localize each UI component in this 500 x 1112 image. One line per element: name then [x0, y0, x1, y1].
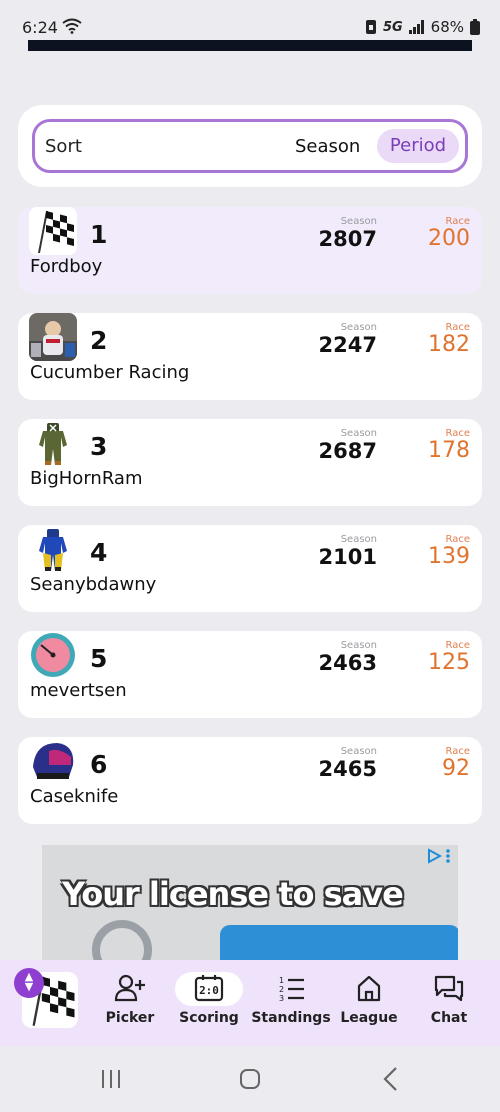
nav-label: Scoring [179, 1010, 239, 1026]
status-indicators: 5G 68% [365, 18, 480, 36]
race-points: 139 [428, 544, 470, 569]
rank: 5 [90, 644, 108, 673]
sort-card: Sort Season Period [18, 105, 482, 187]
chat-icon [434, 975, 464, 1002]
rank: 4 [90, 538, 108, 567]
status-time: 6:24 [22, 18, 58, 37]
svg-text:2:0: 2:0 [199, 984, 219, 997]
checkered-flag-icon [29, 207, 77, 255]
sort-control: Sort Season Period [32, 119, 468, 173]
season-label: Season [340, 534, 377, 545]
standing-row[interactable]: 4 Seanybdawny Season 2101 Race 139 [18, 525, 482, 612]
nav-league[interactable]: League [329, 974, 409, 1026]
scoreboard-icon: 2:0 [194, 975, 224, 1002]
nav-picker[interactable]: Picker [90, 974, 170, 1026]
sort-option-period[interactable]: Period [377, 129, 459, 163]
back-icon[interactable] [380, 1066, 402, 1092]
season-label: Season [340, 746, 377, 757]
nav-label: League [340, 1010, 398, 1026]
ad-choices[interactable] [426, 848, 450, 864]
season-points: 2101 [318, 545, 377, 569]
driver-photo-icon [29, 313, 77, 361]
ad-card-graphic [220, 925, 458, 960]
standing-row[interactable]: 6 Caseknife Season 2465 Race 92 [18, 737, 482, 824]
svg-text:3: 3 [279, 994, 284, 1002]
race-points: 178 [428, 438, 470, 463]
ad-play-icon [428, 848, 442, 864]
home-icon [357, 975, 381, 1002]
svg-text:2: 2 [279, 985, 284, 994]
status-bar: 6:24 5G 68% [0, 0, 500, 40]
nav-standings[interactable]: 1 2 3 Standings [251, 974, 331, 1026]
bottom-nav: ▲ ▼ Picker 2:0 Scoring 1 2 3 Standings L… [0, 960, 500, 1046]
team-name: BigHornRam [30, 468, 143, 489]
firesuit-blue-yellow-icon [29, 525, 77, 573]
season-label: Season [340, 428, 377, 439]
helmet-icon [29, 737, 77, 785]
team-name: Fordboy [30, 256, 103, 277]
season-label: Season [340, 322, 377, 333]
rank: 3 [90, 432, 108, 461]
recent-apps-icon[interactable] [100, 1068, 122, 1090]
nav-label: Chat [430, 1010, 468, 1026]
rank: 2 [90, 326, 108, 355]
battery-percent: 68% [430, 18, 464, 36]
nav-chat[interactable]: Chat [409, 974, 489, 1026]
team-name: mevertsen [30, 680, 127, 701]
system-nav-bar [0, 1046, 500, 1112]
firesuit-green-icon [29, 419, 77, 467]
standing-row[interactable]: 5 mevertsen Season 2463 Race 125 [18, 631, 482, 718]
gauge-icon [29, 631, 77, 679]
race-points: 200 [428, 226, 470, 251]
more-vertical-icon [446, 849, 450, 863]
svg-text:1: 1 [279, 976, 284, 985]
season-points: 2807 [318, 227, 377, 251]
home-button-icon[interactable] [239, 1068, 261, 1090]
standing-row[interactable]: 3 BigHornRam Season 2687 Race 178 [18, 419, 482, 506]
battery-icon [470, 19, 480, 35]
team-switch-chevrons-icon[interactable]: ▲ ▼ [14, 968, 44, 998]
season-points: 2687 [318, 439, 377, 463]
rank: 6 [90, 750, 108, 779]
top-divider [28, 40, 472, 51]
season-points: 2463 [318, 651, 377, 675]
ordered-list-icon: 1 2 3 [279, 976, 304, 1003]
season-label: Season [340, 216, 377, 227]
season-points: 2465 [318, 757, 377, 781]
team-name: Cucumber Racing [30, 362, 190, 383]
race-points: 125 [428, 650, 470, 675]
standing-row[interactable]: 1 Fordboy Season 2807 Race 200 [18, 207, 482, 294]
nav-label: Standings [251, 1010, 331, 1026]
season-label: Season [340, 640, 377, 651]
nav-label: Picker [105, 1010, 155, 1026]
ad-keyring-graphic [92, 920, 152, 960]
signal-icon [408, 20, 424, 34]
race-points: 92 [442, 756, 470, 781]
standing-row[interactable]: 2 Cucumber Racing Season 2247 Race 182 [18, 313, 482, 400]
network-label: 5G [382, 19, 403, 35]
race-points: 182 [428, 332, 470, 357]
ad-banner[interactable]: Your license to save [42, 845, 458, 960]
sort-option-season[interactable]: Season [295, 136, 360, 157]
season-points: 2247 [318, 333, 377, 357]
add-user-icon [114, 974, 145, 1002]
wifi-icon [62, 18, 82, 34]
team-name: Seanybdawny [30, 574, 157, 595]
sim-icon [365, 20, 376, 34]
sort-label: Sort [45, 136, 82, 157]
rank: 1 [90, 220, 108, 249]
nav-scoring[interactable]: 2:0 Scoring [169, 974, 249, 1026]
ad-headline: Your license to save [62, 875, 404, 913]
team-name: Caseknife [30, 786, 119, 807]
